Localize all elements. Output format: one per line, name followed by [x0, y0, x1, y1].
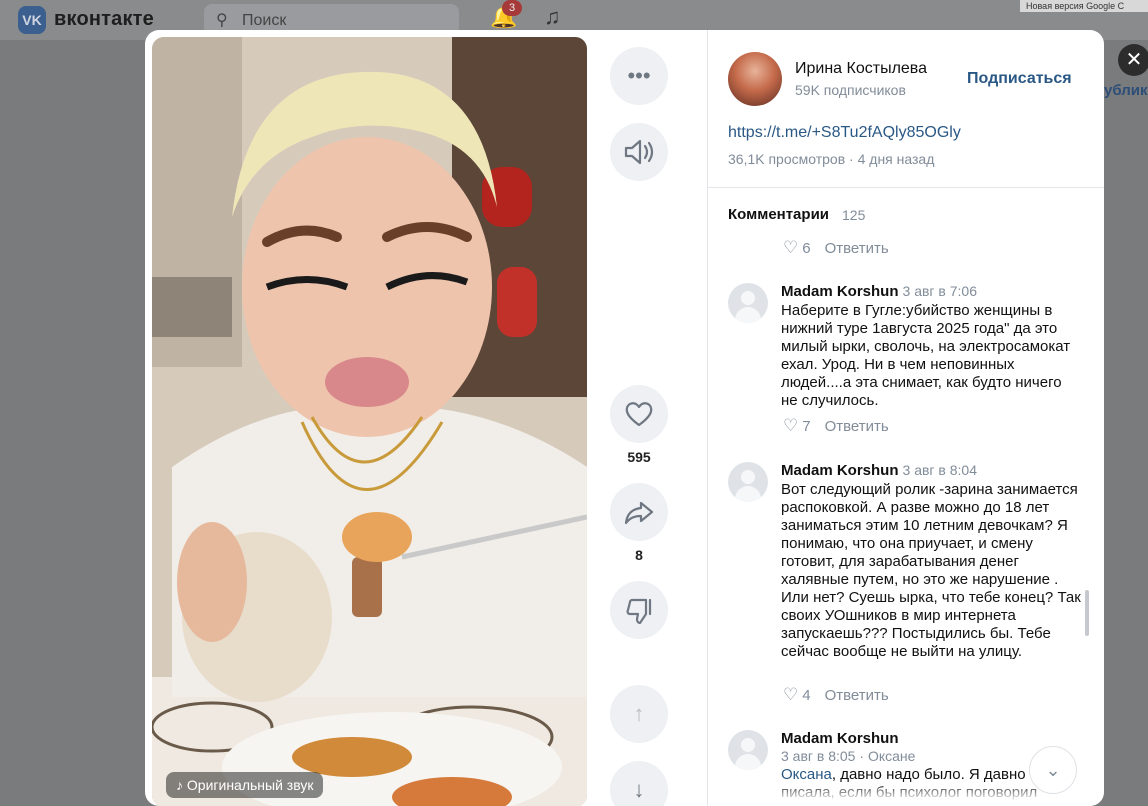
section-divider [708, 187, 1104, 188]
music-icon[interactable]: ♫ [544, 4, 561, 30]
reply-button[interactable]: Ответить [825, 418, 889, 435]
clip-viewer-modal: ♪ Оригинальный звук ••• 595 8 ↑ ↓ Ирина … [145, 30, 1104, 806]
search-placeholder: Поиск [242, 12, 287, 29]
original-sound-label[interactable]: ♪ Оригинальный звук [166, 772, 324, 798]
arrow-down-icon[interactable]: ↓ [610, 761, 668, 806]
vk-logo-icon[interactable]: VK [18, 6, 46, 34]
comments-count: 125 [842, 207, 866, 223]
thumbs-down-icon-svg [626, 598, 652, 625]
thumbs-down-icon[interactable] [610, 581, 668, 639]
volume-icon-svg [624, 139, 654, 165]
close-icon[interactable]: ✕ [1118, 44, 1148, 76]
video-player[interactable]: ♪ Оригинальный звук [152, 37, 587, 806]
comment-like-count: 6 [802, 240, 811, 257]
comment-meta: 3 авг в 8:05 · Оксане [781, 748, 916, 764]
comment-author[interactable]: Madam Korshun [781, 730, 899, 747]
comment-text: Вот следующий ролик -зарина занимается р… [781, 481, 1081, 660]
search-icon: ⚲ [216, 12, 228, 29]
subscribe-button[interactable]: Подписаться [967, 70, 1072, 88]
mention-link[interactable]: Оксана [781, 766, 832, 783]
comment-author[interactable]: Madam Korshun 3 авг в 8:04 [781, 462, 977, 479]
comment-author-name[interactable]: Madam Korshun [781, 283, 899, 300]
commenter-avatar[interactable] [728, 462, 768, 502]
video-frame [152, 37, 587, 806]
heart-icon[interactable]: ♡ [783, 238, 798, 257]
comment-author-name[interactable]: Madam Korshun [781, 462, 899, 479]
comment-actions: ♡ 4 Ответить [783, 685, 889, 705]
commenter-avatar[interactable] [728, 730, 768, 770]
comments-title: Комментарии [728, 206, 830, 223]
author-subscribers: 59K подписчиков [795, 82, 906, 98]
comments-scrollbar[interactable] [1085, 590, 1089, 636]
author-avatar[interactable] [728, 52, 782, 106]
browser-update-note[interactable]: Новая версия Google C [1020, 0, 1148, 12]
comment-date[interactable]: 3 авг в 8:05 [781, 748, 855, 764]
comment-like-count: 7 [802, 418, 811, 435]
heart-icon[interactable] [610, 385, 668, 443]
arrow-up-icon[interactable]: ↑ [610, 685, 668, 743]
background-public-link: ублик [1104, 82, 1148, 99]
commenter-avatar[interactable] [728, 283, 768, 323]
comment-actions: ♡ 6 Ответить [783, 238, 889, 258]
shares-count: 8 [635, 547, 643, 563]
likes-count: 595 [627, 449, 651, 465]
comment-text: Наберите в Гугле:убийство женщины в нижн… [781, 302, 1071, 409]
notifications-badge: 3 [502, 0, 522, 16]
volume-icon[interactable] [610, 123, 668, 181]
comment-like-count: 4 [802, 687, 811, 704]
reply-button[interactable]: Ответить [825, 240, 889, 257]
heart-icon[interactable]: ♡ [783, 416, 798, 435]
description-link[interactable]: https://t.me/+S8Tu2fAQly85OGly [728, 124, 961, 142]
reply-to-name[interactable]: Оксане [868, 748, 915, 764]
details-panel: Ирина Костылева 59K подписчиков Подписат… [708, 30, 1104, 806]
author-name[interactable]: Ирина Костылева [795, 60, 927, 78]
comment-date[interactable]: 3 авг в 8:04 [903, 462, 977, 478]
share-icon[interactable] [610, 483, 668, 541]
comment-date[interactable]: 3 авг в 7:06 [903, 283, 977, 299]
brand-title[interactable]: вконтакте [54, 8, 154, 31]
comment-author-name[interactable]: Madam Korshun [781, 730, 899, 747]
views-and-date: 36,1K просмотров · 4 дня назад [728, 151, 935, 167]
share-icon-svg [624, 501, 654, 525]
heart-icon[interactable]: ♡ [783, 685, 798, 704]
reply-button[interactable]: Ответить [825, 687, 889, 704]
comment-author[interactable]: Madam Korshun 3 авг в 7:06 [781, 283, 977, 300]
chevron-down-icon[interactable]: ⌄ [1029, 746, 1077, 794]
more-dots-icon[interactable]: ••• [610, 47, 668, 105]
comment-actions: ♡ 7 Ответить [783, 416, 889, 436]
heart-icon-svg [625, 402, 653, 427]
